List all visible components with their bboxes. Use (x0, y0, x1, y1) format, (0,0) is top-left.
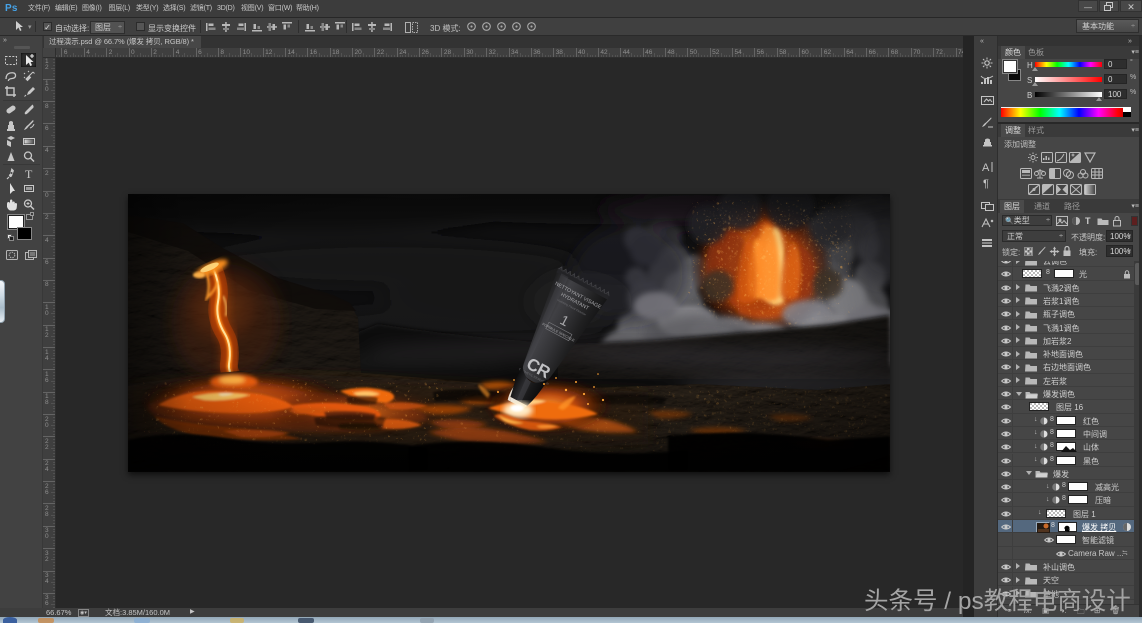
svg-text:¶: ¶ (983, 178, 989, 189)
svg-text:T: T (25, 167, 33, 180)
svg-text:A: A (982, 162, 990, 173)
